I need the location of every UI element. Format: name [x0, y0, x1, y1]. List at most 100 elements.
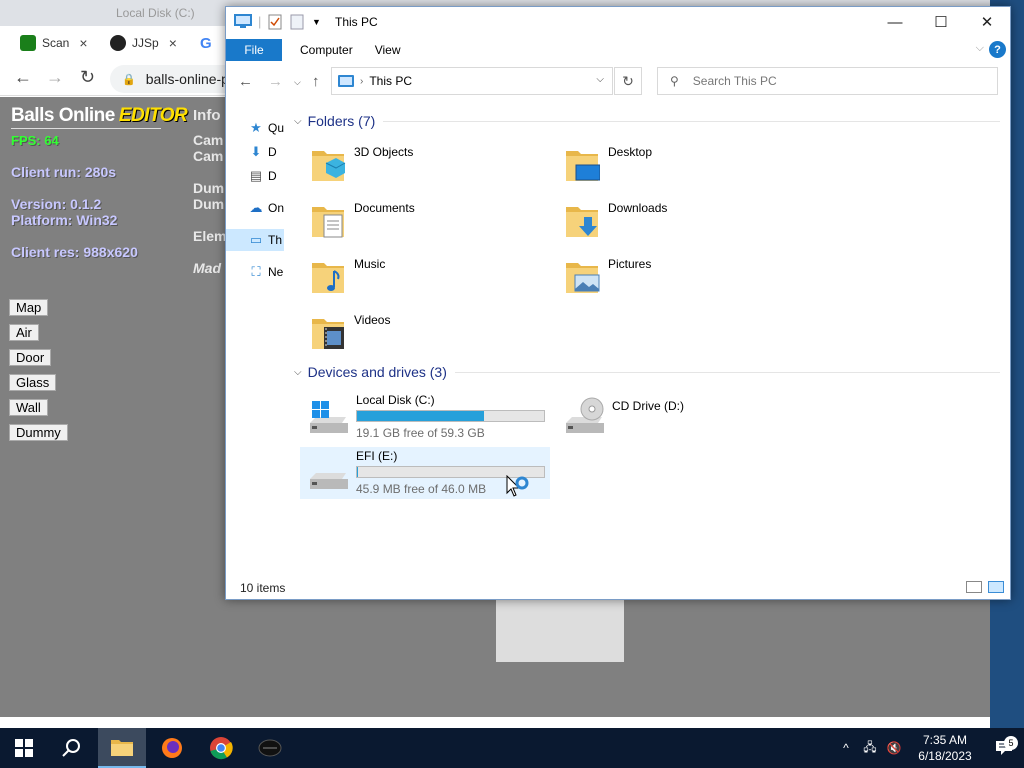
nav-this-pc[interactable]: ▭ Th — [226, 229, 284, 251]
nav-documents[interactable]: ▤ D — [226, 165, 284, 187]
details-view-icon[interactable] — [966, 581, 982, 593]
explorer-titlebar[interactable]: | ▼ This PC — ☐ ✕ — [226, 7, 1010, 37]
nav-onedrive[interactable]: ☁ On — [226, 197, 284, 219]
nav-network[interactable]: ⛶ Ne — [226, 261, 284, 283]
chrome-tab-google[interactable]: G — [200, 28, 212, 58]
glass-button[interactable]: Glass — [9, 374, 57, 391]
expand-ribbon-icon[interactable]: ⌵ — [976, 42, 984, 55]
clock-date: 6/18/2023 — [918, 749, 972, 763]
download-icon: ⬇ — [250, 144, 262, 159]
busy-cursor-icon — [506, 475, 529, 497]
taskbar-file-explorer[interactable] — [98, 728, 146, 768]
cd-drive-icon — [566, 397, 604, 433]
folder-3d-objects[interactable]: 3D Objects — [304, 139, 554, 193]
nav-label: D — [268, 169, 277, 183]
air-button[interactable]: Air — [9, 324, 39, 341]
chrome-tab-jjsp[interactable]: JJSp × — [110, 28, 177, 58]
app-icon — [258, 739, 282, 757]
windows-drive-icon — [310, 401, 348, 433]
refresh-icon: ↻ — [622, 72, 634, 89]
close-button[interactable]: ✕ — [964, 7, 1010, 37]
folders-group-header[interactable]: ⌵ Folders (7) — [294, 113, 1000, 129]
qa-separator: | — [258, 14, 262, 29]
reload-icon[interactable]: ↻ — [80, 67, 95, 88]
collapse-chevron-icon[interactable]: ⌵ — [294, 116, 302, 127]
notification-count-badge: 5 — [1004, 736, 1018, 750]
drives-group-header[interactable]: ⌵ Devices and drives (3) — [294, 364, 1000, 380]
back-icon[interactable]: ← — [14, 67, 32, 88]
qa-customize-icon[interactable]: ▼ — [312, 17, 321, 27]
refresh-button[interactable]: ↻ — [614, 67, 642, 95]
folder-pictures[interactable]: Pictures — [558, 251, 808, 305]
taskbar-firefox[interactable] — [148, 728, 196, 768]
tab-computer[interactable]: Computer — [296, 43, 357, 57]
door-button[interactable]: Door — [9, 349, 52, 366]
taskbar-chrome[interactable] — [197, 728, 245, 768]
taskbar-app[interactable] — [246, 728, 294, 768]
wall-button[interactable]: Wall — [9, 399, 48, 416]
drive-usage-bar — [356, 410, 545, 422]
drive-name: EFI (E:) — [356, 449, 398, 463]
file-explorer-window[interactable]: | ▼ This PC — ☐ ✕ File Computer View ⌵ ?… — [225, 6, 1011, 600]
info-line: Elem — [193, 228, 227, 244]
folder-documents[interactable]: Documents — [304, 195, 554, 249]
breadcrumb-this-pc[interactable]: This PC — [369, 74, 412, 88]
address-bar[interactable]: › This PC ⌵ — [331, 67, 613, 95]
clock[interactable]: 7:35 AM 6/18/2023 — [906, 732, 984, 764]
breadcrumb-separator-icon[interactable]: › — [360, 76, 363, 87]
folder-downloads[interactable]: Downloads — [558, 195, 808, 249]
folder-videos[interactable]: Videos — [304, 307, 554, 361]
maximize-button[interactable]: ☐ — [918, 7, 964, 37]
address-dropdown-icon[interactable]: ⌵ — [596, 74, 604, 85]
back-arrow-icon[interactable]: ← — [238, 73, 253, 90]
folder-music[interactable]: Music — [304, 251, 554, 305]
game-title: Balls Online EDITOR — [11, 105, 188, 127]
content-pane[interactable]: ⌵ Folders (7) 3D Objects Desktop Documen… — [290, 107, 1004, 577]
nav-downloads[interactable]: ⬇ D — [226, 141, 284, 163]
tab-close-icon[interactable]: × — [169, 35, 177, 51]
nav-quick-access[interactable]: ★ Qu — [226, 117, 284, 139]
large-icons-view-icon[interactable] — [988, 581, 1004, 593]
tab-file[interactable]: File — [226, 39, 282, 61]
drive-e[interactable]: EFI (E:) 45.9 MB free of 46.0 MB — [300, 447, 550, 499]
omnibox-text: balls-online-p — [145, 71, 229, 87]
drive-c[interactable]: Local Disk (C:) 19.1 GB free of 59.3 GB — [300, 391, 550, 443]
tab-label: Scan — [42, 36, 70, 50]
taskbar-search-button[interactable] — [48, 728, 96, 768]
help-icon[interactable]: ? — [989, 41, 1006, 58]
info-line: Cam — [193, 132, 224, 148]
chrome-tab-scan[interactable]: Scan × — [20, 28, 88, 58]
drive-d[interactable]: CD Drive (D:) — [556, 391, 806, 443]
minimize-button[interactable]: — — [872, 7, 918, 37]
platform-label: Platform: Win32 — [11, 212, 118, 228]
dummy-button[interactable]: Dummy — [9, 424, 68, 441]
recent-locations-icon[interactable]: ⌵ — [294, 77, 301, 88]
show-hidden-icons-icon[interactable]: ^ — [834, 741, 858, 755]
desktop-folder-icon — [566, 151, 600, 181]
game-title-editor: EDITOR — [118, 105, 188, 126]
forward-icon[interactable]: → — [46, 67, 64, 88]
properties-icon[interactable] — [268, 14, 282, 30]
forward-arrow-icon[interactable]: → — [268, 73, 283, 90]
folder-desktop[interactable]: Desktop — [558, 139, 808, 193]
firefox-icon — [162, 738, 182, 758]
status-item-count: 10 items — [240, 581, 286, 595]
tab-view[interactable]: View — [371, 43, 405, 57]
start-button[interactable] — [0, 728, 48, 768]
network-icon[interactable]: 🖧 — [858, 738, 882, 759]
volume-muted-icon[interactable]: 🔇 — [882, 741, 906, 755]
folder-label: Videos — [354, 313, 391, 327]
collapse-chevron-icon[interactable]: ⌵ — [294, 367, 302, 378]
drive-free-space: 19.1 GB free of 59.3 GB — [356, 426, 485, 440]
chrome-icon — [210, 737, 233, 760]
action-center-button[interactable]: 5 — [984, 736, 1024, 756]
tab-close-icon[interactable]: × — [79, 35, 87, 51]
scan-favicon-icon — [20, 35, 36, 51]
new-folder-icon[interactable] — [290, 14, 304, 30]
folder-label: Desktop — [608, 145, 653, 159]
ribbon-tabs: File Computer View ⌵ ? — [226, 39, 1010, 61]
folder-label: Documents — [354, 201, 415, 215]
map-button[interactable]: Map — [9, 299, 49, 316]
search-input[interactable]: ⚲ Search This PC — [657, 67, 998, 95]
up-arrow-icon[interactable]: ↑ — [312, 73, 320, 90]
